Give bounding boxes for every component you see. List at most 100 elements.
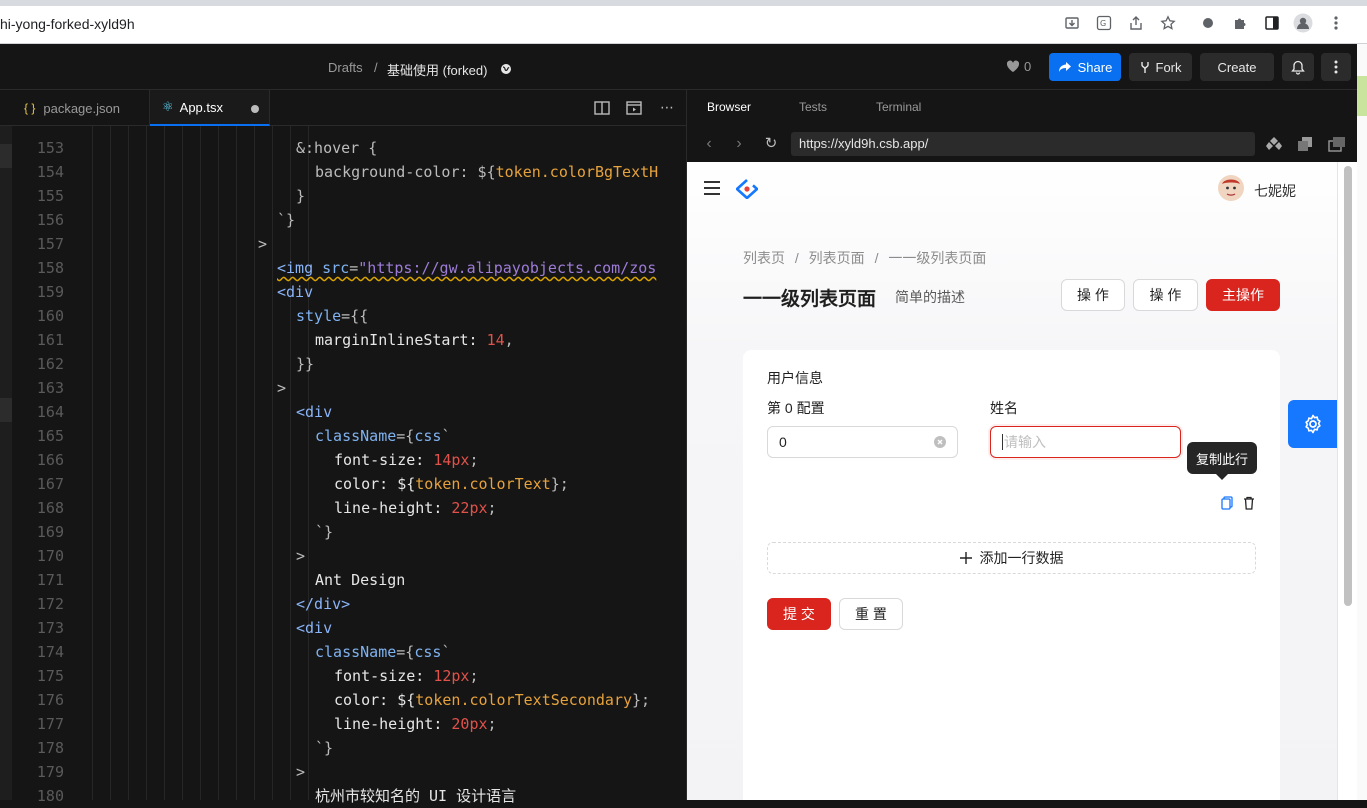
devtools-icon[interactable] bbox=[1265, 136, 1283, 157]
split-view-icon[interactable] bbox=[594, 101, 610, 120]
share-icon[interactable] bbox=[1126, 13, 1146, 33]
line-number: 158 bbox=[36, 259, 64, 277]
sandbox-title[interactable]: 基础使用 (forked) bbox=[387, 60, 487, 79]
code-line[interactable]: 173 <div bbox=[12, 616, 686, 640]
code-line[interactable]: 171 Ant Design bbox=[12, 568, 686, 592]
tab-package-json[interactable]: { } package.json bbox=[12, 90, 150, 126]
code-line[interactable]: 167 color: ${token.colorText}; bbox=[12, 472, 686, 496]
breadcrumb-item[interactable]: 列表页 bbox=[743, 250, 785, 266]
browser-menu-icon[interactable] bbox=[1326, 13, 1346, 33]
code-token: 20px bbox=[451, 715, 488, 733]
more-menu-button[interactable] bbox=[1321, 53, 1351, 81]
line-number: 157 bbox=[36, 235, 64, 253]
share-button[interactable]: Share bbox=[1049, 53, 1121, 81]
code-line[interactable]: 170 > bbox=[12, 544, 686, 568]
open-new-window-icon[interactable] bbox=[1297, 136, 1313, 157]
action-button-1[interactable]: 操 作 bbox=[1061, 279, 1125, 311]
tab-terminal[interactable]: Terminal bbox=[876, 100, 921, 114]
code-line[interactable]: 156 `} bbox=[12, 208, 686, 232]
translate-icon[interactable]: G bbox=[1094, 13, 1114, 33]
tab-app-tsx[interactable]: ⚛ App.tsx bbox=[150, 90, 270, 126]
puzzle-icon[interactable] bbox=[1230, 13, 1250, 33]
notifications-button[interactable] bbox=[1282, 53, 1314, 81]
clear-icon[interactable] bbox=[934, 435, 946, 451]
copy-row-icon[interactable] bbox=[1221, 496, 1233, 515]
code-token: ; bbox=[469, 451, 479, 469]
heart-icon[interactable] bbox=[1006, 60, 1020, 78]
code-line[interactable]: 180 杭州市较知名的 UI 设计语言 bbox=[12, 784, 686, 808]
responsive-view-icon[interactable] bbox=[1328, 136, 1346, 157]
code-text: `} bbox=[277, 208, 295, 232]
code-line[interactable]: 154 background-color: ${token.colorBgText… bbox=[12, 160, 686, 184]
code-editor[interactable]: { } package.json ⚛ App.tsx ⋯ 153 &:hover … bbox=[0, 90, 686, 805]
add-row-label: 添加一行数据 bbox=[979, 550, 1064, 566]
code-line[interactable]: 169 `} bbox=[12, 520, 686, 544]
more-horizontal-icon[interactable]: ⋯ bbox=[660, 99, 674, 116]
code-line[interactable]: 153 &:hover { bbox=[12, 136, 686, 160]
code-line[interactable]: 159 <div bbox=[12, 280, 686, 304]
ant-design-logo-icon[interactable] bbox=[735, 179, 759, 204]
code-line[interactable]: 175 font-size: 12px; bbox=[12, 664, 686, 688]
code-line[interactable]: 161 marginInlineStart: 14, bbox=[12, 328, 686, 352]
side-panel-icon[interactable] bbox=[1262, 13, 1282, 33]
code-line[interactable]: 177 line-height: 20px; bbox=[12, 712, 686, 736]
code-line[interactable]: 165 className={css` bbox=[12, 424, 686, 448]
share-label: Share bbox=[1077, 59, 1113, 75]
menu-icon[interactable] bbox=[704, 181, 720, 200]
code-line[interactable]: 163 > bbox=[12, 376, 686, 400]
tab-browser[interactable]: Browser bbox=[707, 100, 751, 114]
code-line[interactable]: 172 </div> bbox=[12, 592, 686, 616]
line-number: 159 bbox=[36, 283, 64, 301]
code-line[interactable]: 174 className={css` bbox=[12, 640, 686, 664]
line-number: 168 bbox=[36, 499, 64, 517]
code-line[interactable]: 160 style={{ bbox=[12, 304, 686, 328]
forward-icon[interactable]: › bbox=[729, 134, 749, 154]
add-row-button[interactable]: 添加一行数据 bbox=[767, 542, 1256, 574]
code-line[interactable]: 157 > bbox=[12, 232, 686, 256]
code-token: ` bbox=[441, 643, 451, 661]
action-button-2[interactable]: 操 作 bbox=[1133, 279, 1198, 311]
code-token: style bbox=[296, 307, 342, 325]
code-line[interactable]: 155} bbox=[12, 184, 686, 208]
line-number: 178 bbox=[36, 739, 64, 757]
tab-tests[interactable]: Tests bbox=[799, 100, 827, 114]
preview-icon[interactable] bbox=[626, 101, 642, 120]
code-text: > bbox=[296, 544, 305, 568]
name-input[interactable]: 请输入 bbox=[990, 426, 1181, 458]
code-line[interactable]: 162}} bbox=[12, 352, 686, 376]
code-line[interactable]: 166 font-size: 14px; bbox=[12, 448, 686, 472]
code-line[interactable]: 168 line-height: 22px; bbox=[12, 496, 686, 520]
code-line[interactable]: 178 `} bbox=[12, 736, 686, 760]
settings-drawer-button[interactable] bbox=[1288, 400, 1337, 448]
code-text: `} bbox=[315, 736, 333, 760]
breadcrumb-item[interactable]: 列表页面 bbox=[809, 250, 865, 266]
code-line[interactable]: 164 <div bbox=[12, 400, 686, 424]
scrollbar-thumb[interactable] bbox=[1344, 166, 1352, 606]
url-text[interactable]: hi-yong-forked-xyld9h bbox=[0, 16, 135, 32]
code-token: > bbox=[296, 547, 306, 565]
preview-url-input[interactable]: https://xyld9h.csb.app/ bbox=[791, 132, 1255, 156]
avatar[interactable] bbox=[1218, 175, 1244, 206]
primary-action-button[interactable]: 主操作 bbox=[1206, 279, 1280, 311]
delete-row-icon[interactable] bbox=[1243, 496, 1255, 515]
refresh-icon[interactable]: ↻ bbox=[761, 134, 781, 154]
code-token: className bbox=[315, 427, 397, 445]
back-icon[interactable]: ‹ bbox=[699, 134, 719, 154]
code-line[interactable]: 158 <img src="https://gw.alipayobjects.co… bbox=[12, 256, 686, 280]
code-line[interactable]: 179 > bbox=[12, 760, 686, 784]
install-icon[interactable] bbox=[1062, 13, 1082, 33]
breadcrumb-drafts[interactable]: Drafts bbox=[328, 60, 363, 75]
preview-scrollbar[interactable] bbox=[1337, 162, 1358, 800]
profile-avatar-icon[interactable] bbox=[1293, 13, 1313, 33]
code-line[interactable]: 176 color: ${token.colorTextSecondary}; bbox=[12, 688, 686, 712]
create-button[interactable]: Create bbox=[1200, 53, 1274, 81]
fork-button[interactable]: Fork bbox=[1129, 53, 1192, 81]
config-input[interactable]: 0 bbox=[767, 426, 958, 458]
submit-button[interactable]: 提 交 bbox=[767, 598, 831, 630]
code-text: font-size: 14px; bbox=[334, 448, 479, 472]
reset-button[interactable]: 重 置 bbox=[839, 598, 903, 630]
user-name[interactable]: 七妮妮 bbox=[1254, 181, 1296, 201]
extension-icon[interactable] bbox=[1198, 13, 1218, 33]
bookmark-star-icon[interactable] bbox=[1158, 13, 1178, 33]
form-card: 用户信息 第 0 配置 姓名 0 请输入 添加一行数据 提 交 重 置 bbox=[743, 350, 1280, 800]
